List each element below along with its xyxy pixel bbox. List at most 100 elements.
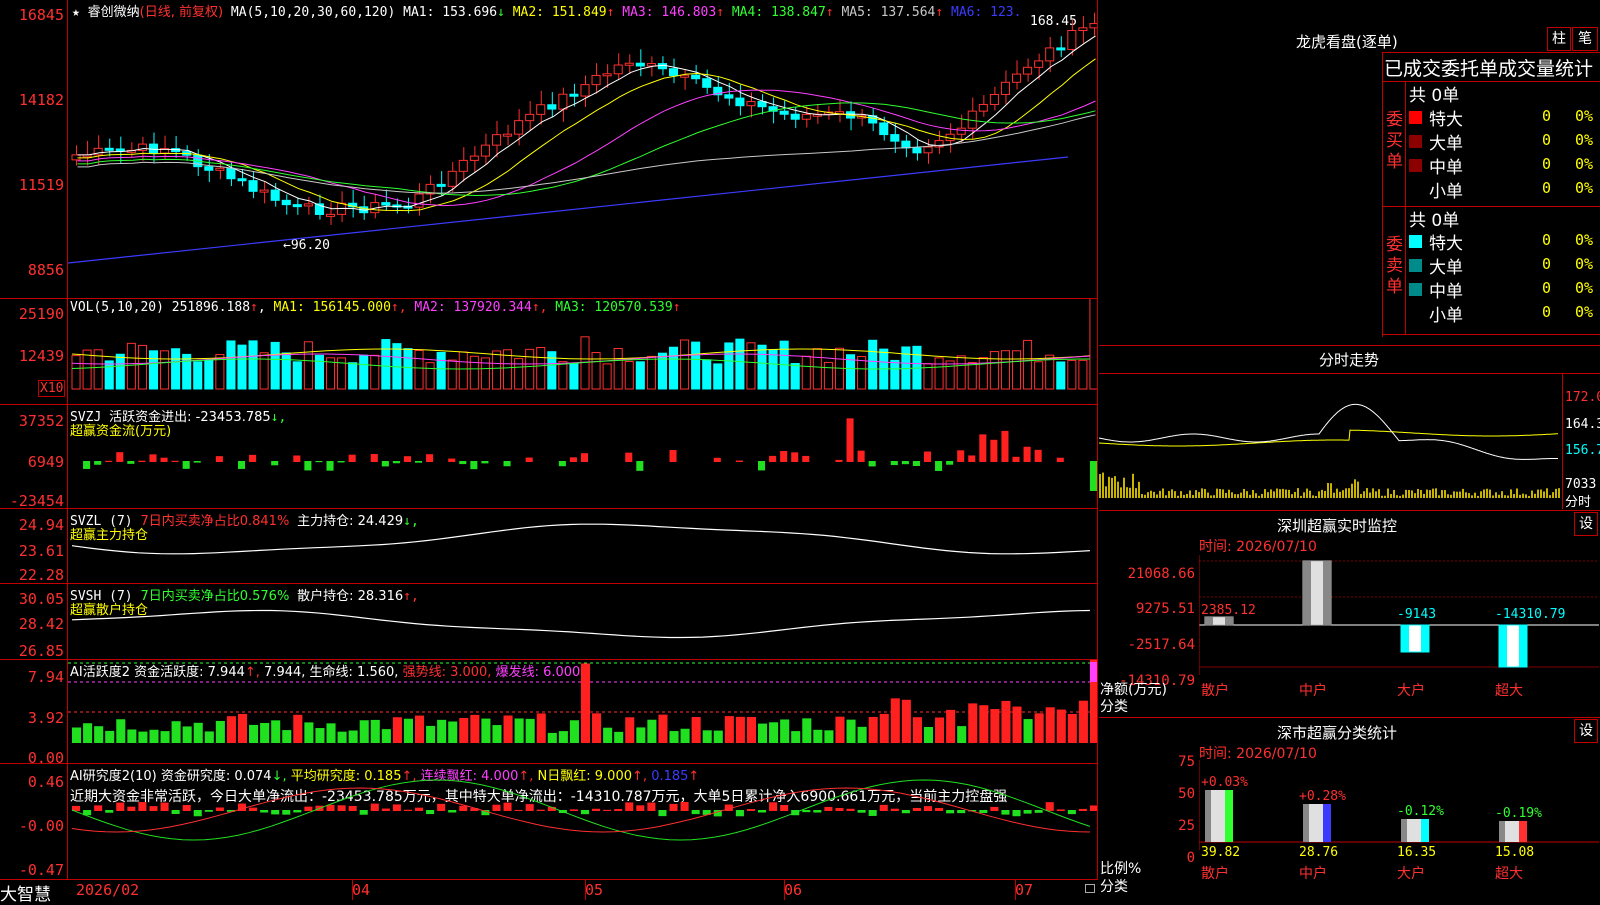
intraday-volume-bar — [1141, 494, 1143, 498]
volume-bar — [956, 355, 966, 390]
research-bar — [691, 810, 700, 815]
volume-bar — [536, 346, 546, 390]
activity-bar — [381, 729, 391, 743]
y-tick: 156.7 — [1565, 443, 1600, 458]
research-bar — [525, 804, 534, 811]
lock-icon[interactable] — [1085, 884, 1095, 893]
research-bar — [1001, 810, 1010, 815]
research-bar — [437, 803, 446, 811]
activity-bar — [116, 719, 126, 743]
intraday-volume-bar — [1480, 491, 1482, 498]
svzl-chart[interactable] — [68, 509, 1097, 583]
intraday-volume-bar — [1492, 495, 1494, 498]
buy-side-label: 委买单 — [1386, 110, 1403, 172]
volume-bar — [204, 359, 214, 390]
money-flow-bar — [403, 456, 411, 462]
intraday-volume-bar — [1159, 490, 1161, 498]
legend-swatch — [1409, 307, 1422, 320]
activity-bar — [105, 730, 115, 743]
research-bar — [1056, 809, 1065, 811]
sz-stats-chart[interactable]: +0.03% 39.82 +0.28% 28.76 -0.12% 16.35 -0.19% 1… — [1199, 760, 1599, 900]
activity-bar — [160, 731, 170, 743]
intraday-volume-bar — [1198, 492, 1200, 498]
category-label: 中户 — [1299, 865, 1327, 882]
volume-bar — [71, 355, 81, 390]
ai-active-chart[interactable] — [68, 660, 1097, 763]
volume-bar — [801, 355, 811, 390]
intraday-volume-bar — [1531, 490, 1533, 498]
app-logo: 大智慧 — [0, 885, 51, 905]
research-bar — [802, 810, 811, 813]
activity-bar — [857, 726, 867, 743]
y-tick: 7.94 — [27, 668, 64, 686]
longhu-title: 龙虎看盘(逐单) — [1296, 33, 1398, 51]
volume-bar — [1011, 350, 1022, 390]
intraday-volume-bar — [1483, 489, 1485, 498]
sell-total: 共 0单 — [1409, 211, 1460, 231]
money-flow-bar — [193, 461, 201, 463]
y-tick: 12439 — [18, 347, 64, 365]
activity-bar — [636, 727, 646, 743]
category-label: 大户 — [1397, 682, 1425, 699]
money-flow-bar — [415, 461, 423, 463]
svzj-chart[interactable] — [68, 405, 1097, 508]
activity-bar — [348, 730, 358, 743]
ratio-value: 15.08 — [1495, 845, 1534, 860]
retail-hold-line — [71, 609, 1090, 639]
intraday-volume-bar — [1138, 481, 1140, 498]
activity-bar — [492, 725, 502, 743]
legend-swatch — [1409, 183, 1422, 196]
activity-bar — [437, 719, 447, 743]
intraday-volume-bar — [1510, 489, 1512, 498]
volume-bar — [414, 349, 424, 390]
research-bar — [746, 809, 755, 811]
intraday-volume-bar — [1243, 488, 1245, 498]
research-bar — [492, 804, 501, 811]
activity-bar — [459, 717, 469, 743]
order-count: 0 — [1542, 155, 1552, 173]
volume-bar — [569, 363, 579, 390]
intraday-volume-bar — [1399, 495, 1401, 498]
sz-monitor-settings-button[interactable]: 设 — [1574, 512, 1598, 536]
vol-chart[interactable] — [68, 299, 1097, 404]
intraday-volume-bar — [1513, 494, 1515, 498]
activity-bar — [791, 731, 801, 743]
ratio-value: 39.82 — [1201, 845, 1240, 860]
sz-monitor-chart[interactable]: 2385.12 21068.66 -9143 -14310.79 散户 中户 大户 超大 — [1199, 555, 1599, 705]
research-bar — [1034, 810, 1043, 813]
pen-mode-button[interactable]: 笔 — [1572, 27, 1598, 51]
activity-bar — [127, 729, 137, 743]
intraday-volume-bar — [1267, 492, 1269, 498]
activity-bar — [1078, 700, 1088, 743]
ratio-bar-side — [1205, 790, 1211, 842]
intraday-volume-bar — [1405, 489, 1407, 498]
y-tick: -0.00 — [18, 817, 64, 835]
candle-body — [503, 133, 513, 137]
chart-area[interactable]: ★ 睿创微纳(日线, 前复权) MA(5,10,20,30,60,120) MA… — [0, 0, 1098, 905]
intraday-chart[interactable] — [1099, 373, 1561, 508]
activity-bar — [547, 732, 557, 743]
candle-body — [414, 193, 424, 208]
intraday-volume-bar — [1456, 491, 1458, 498]
bar-mode-button[interactable]: 柱 — [1547, 27, 1571, 51]
volume-bar — [702, 359, 712, 390]
candle-body — [668, 68, 679, 77]
activity-bar — [769, 722, 779, 743]
svsh-chart[interactable] — [68, 584, 1097, 659]
legend-swatch — [1409, 111, 1422, 124]
volume-bar — [1067, 359, 1077, 390]
ai-research-chart[interactable] — [68, 764, 1097, 879]
volume-bar — [514, 358, 524, 390]
intraday-volume-bar — [1120, 487, 1122, 498]
money-flow-bar — [901, 461, 909, 465]
activity-bar — [215, 720, 225, 743]
activity-bar — [326, 723, 336, 743]
order-size-label: 中单 — [1429, 158, 1463, 178]
activity-bar — [558, 731, 568, 743]
intraday-volume-bar — [1150, 490, 1152, 498]
sz-stats-settings-button[interactable]: 设 — [1574, 719, 1598, 743]
right-sidebar: 龙虎看盘(逐单) 柱 笔 已成交委托单成交量统计 委买单 委卖单 共 0单 共 … — [1099, 0, 1600, 900]
kline-chart[interactable] — [68, 0, 1097, 298]
date-label: 07 — [1015, 881, 1034, 899]
volume-bar — [137, 344, 147, 390]
